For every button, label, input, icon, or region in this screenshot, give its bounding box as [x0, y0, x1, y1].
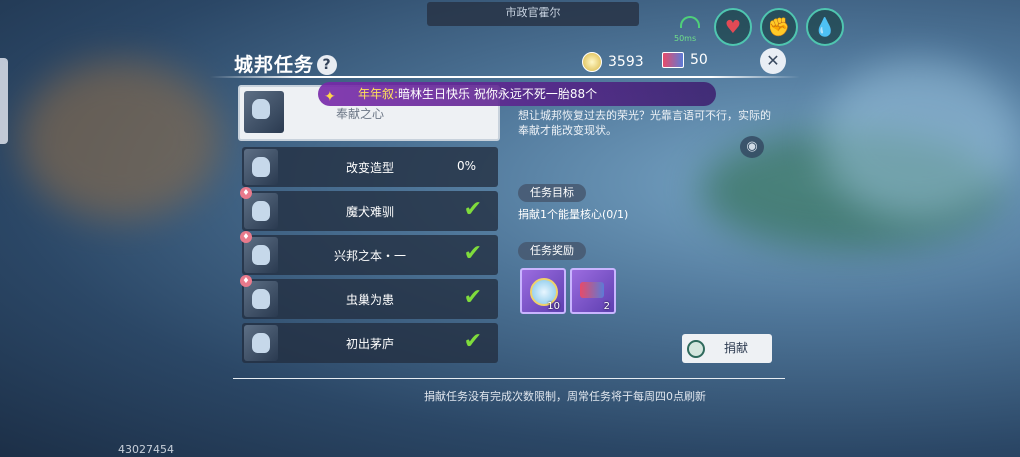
- list-divider: [233, 378, 785, 379]
- task-item[interactable]: 初出茅庐 ✔: [242, 323, 498, 363]
- npc-avatar: [244, 91, 284, 133]
- task-list[interactable]: 奉献之心 改变造型 0% ♦ 魔犬难驯 ✔ ♦ 兴邦之本・一 ✔ ♦ 虫巢为患 …: [238, 85, 500, 375]
- reward-count: 2: [603, 301, 610, 312]
- selected-task-label: 奉献之心: [336, 107, 385, 121]
- coin-currency: 3593: [582, 52, 644, 72]
- ticket-amount: 50: [690, 52, 708, 68]
- check-icon: ✔: [463, 329, 482, 354]
- check-icon: ✔: [463, 285, 482, 310]
- goal-text: 捐献1个能量核心(0/1): [518, 208, 629, 221]
- check-icon: ✔: [463, 241, 482, 266]
- flame-icon: ♦: [240, 275, 252, 287]
- eye-icon[interactable]: ◉: [740, 136, 764, 158]
- marquee-message: 暗林生日快乐 祝你永远不死一胎88个: [398, 87, 598, 101]
- reward-item-medal[interactable]: 10: [520, 268, 566, 314]
- task-item[interactable]: ♦ 魔犬难驯 ✔: [240, 187, 498, 231]
- reward-header: 任务奖励: [518, 242, 586, 260]
- goal-header: 任务目标: [518, 184, 586, 202]
- coin-amount: 3593: [608, 54, 644, 70]
- background-blur: [20, 60, 220, 220]
- side-handle[interactable]: [0, 58, 8, 144]
- task-description: 想让城邦恢复过去的荣光？光靠言语可不行，实际的奉献才能改变现状。: [518, 109, 771, 137]
- energy-core-icon: [687, 340, 705, 358]
- check-icon: ✔: [463, 197, 482, 222]
- task-item[interactable]: 改变造型 0%: [242, 147, 498, 187]
- panel-title: 城邦任务?: [234, 50, 338, 77]
- task-progress: 0%: [456, 159, 476, 173]
- signal-icon: 50ms: [672, 10, 706, 44]
- panel-title-text: 城邦任务: [234, 54, 315, 76]
- footer-note: 捐献任务没有完成次数限制，周常任务将于每周四0点刷新: [424, 390, 706, 403]
- donate-button-label: 捐献: [724, 341, 749, 355]
- task-name: 兴邦之本・一: [333, 249, 406, 263]
- task-name: 魔犬难驯: [345, 205, 394, 219]
- ticket-icon: [580, 282, 604, 298]
- help-icon[interactable]: ?: [317, 55, 338, 75]
- flame-icon: ♦: [240, 187, 252, 199]
- task-name: 虫巢为患: [345, 293, 394, 307]
- ticket-icon: [662, 52, 684, 68]
- coin-icon: [582, 52, 602, 72]
- task-item[interactable]: ♦ 兴邦之本・一 ✔: [240, 231, 498, 275]
- task-name: 初出茅庐: [345, 337, 394, 351]
- title-divider: [210, 76, 800, 78]
- donate-button[interactable]: 捐献: [682, 334, 772, 363]
- flame-icon: ♦: [240, 231, 252, 243]
- task-item[interactable]: ♦ 虫巢为患 ✔: [240, 275, 498, 319]
- background-blur: [820, 60, 1020, 220]
- chat-marquee: ✦ 年年叙:暗林生日快乐 祝你永远不死一胎88个: [318, 82, 716, 106]
- npc-name-bar: 市政官霍尔: [427, 2, 639, 26]
- megaphone-icon: ✦: [324, 89, 336, 105]
- user-id: 43027454: [118, 443, 174, 456]
- reward-count: 10: [547, 301, 560, 312]
- marquee-speaker: 年年叙:: [358, 87, 399, 101]
- water-drop-icon[interactable]: 💧: [806, 8, 844, 46]
- reward-item-ticket[interactable]: 2: [570, 268, 616, 314]
- close-button[interactable]: ✕: [760, 48, 786, 74]
- ticket-currency: 50: [662, 52, 708, 68]
